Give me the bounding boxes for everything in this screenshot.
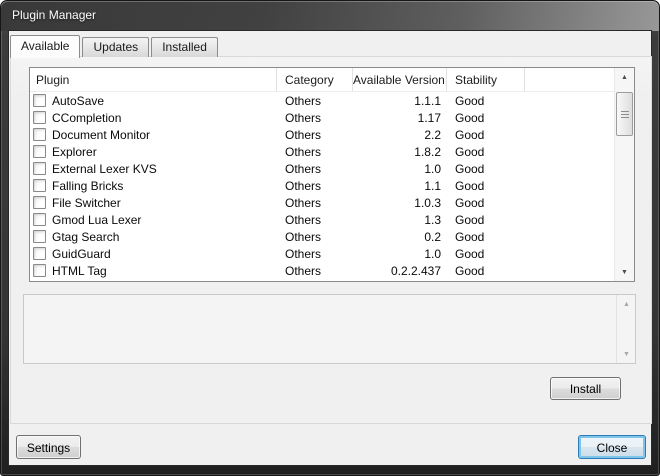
scroll-up-icon[interactable]: ▲ [615, 69, 634, 85]
plugin-list[interactable]: Plugin Category Available Version Stabil… [29, 67, 635, 282]
plugin-stability: Good [455, 93, 485, 108]
plugin-version: 1.3 [424, 212, 441, 227]
tab-updates[interactable]: Updates [82, 37, 150, 57]
plugin-stability: Good [455, 144, 485, 159]
plugin-manager-window: Plugin Manager Available Updates Install… [0, 0, 660, 476]
table-row[interactable]: CCompletion Others 1.17 Good [30, 109, 614, 126]
plugin-version: 0.2.2.437 [390, 263, 441, 278]
list-header: Plugin Category Available Version Stabil… [30, 68, 634, 92]
desc-scroll-up-icon[interactable]: ▲ [617, 296, 636, 312]
tab-label: Updates [93, 40, 139, 54]
titlebar[interactable]: Plugin Manager [1, 1, 659, 31]
plugin-stability: Good [455, 246, 485, 261]
table-row[interactable]: GuidGuard Others 1.0 Good [30, 245, 614, 262]
plugin-checkbox[interactable] [33, 264, 46, 277]
plugin-stability: Good [455, 161, 485, 176]
table-row[interactable]: Document Monitor Others 2.2 Good [30, 126, 614, 143]
table-row[interactable]: External Lexer KVS Others 1.0 Good [30, 160, 614, 177]
table-row[interactable]: Gtag Search Others 0.2 Good [30, 228, 614, 245]
description-box: ▲ ▼ [23, 294, 636, 364]
plugin-name: CCompletion [52, 110, 122, 125]
plugin-checkbox[interactable] [33, 145, 46, 158]
plugin-checkbox[interactable] [33, 111, 46, 124]
plugin-stability: Good [455, 212, 485, 227]
plugin-category: Others [285, 144, 322, 159]
plugin-checkbox[interactable] [33, 230, 46, 243]
plugin-checkbox[interactable] [33, 162, 46, 175]
header-stability[interactable]: Stability [447, 68, 525, 91]
table-body: AutoSave Others 1.1.1 Good CCompletion O… [30, 92, 614, 281]
plugin-version: 1.17 [417, 110, 441, 125]
header-category[interactable]: Category [277, 68, 353, 91]
plugin-category: Others [285, 110, 322, 125]
header-plugin[interactable]: Plugin [30, 68, 277, 91]
plugin-version: 0.2 [424, 229, 441, 244]
plugin-name: Gtag Search [52, 229, 120, 244]
dialog-body: Available Updates Installed Plugin Categ… [9, 31, 652, 465]
plugin-name: AutoSave [52, 93, 105, 108]
list-scrollbar[interactable]: ▲ ▼ [614, 68, 634, 281]
desc-scroll-down-icon[interactable]: ▼ [617, 346, 636, 362]
plugin-checkbox[interactable] [33, 247, 46, 260]
window-title: Plugin Manager [12, 8, 97, 22]
settings-button[interactable]: Settings [16, 435, 81, 459]
table-row[interactable]: HTML Tag Others 0.2.2.437 Good [30, 262, 614, 279]
plugin-checkbox[interactable] [33, 213, 46, 226]
plugin-name: Explorer [52, 144, 97, 159]
plugin-name: Document Monitor [52, 127, 151, 142]
table-row[interactable]: File Switcher Others 1.0.3 Good [30, 194, 614, 211]
plugin-category: Others [285, 195, 322, 210]
plugin-stability: Good [455, 178, 485, 193]
table-row[interactable]: Falling Bricks Others 1.1 Good [30, 177, 614, 194]
tab-label: Available [21, 39, 70, 53]
table-row[interactable]: AutoSave Others 1.1.1 Good [30, 92, 614, 109]
plugin-checkbox[interactable] [33, 196, 46, 209]
plugin-name: Gmod Lua Lexer [52, 212, 142, 227]
plugin-category: Others [285, 246, 322, 261]
thumb-grip-icon [620, 110, 629, 118]
plugin-name: GuidGuard [52, 246, 111, 261]
tab-available[interactable]: Available [10, 35, 81, 58]
plugin-version: 1.0.3 [414, 195, 441, 210]
table-row[interactable]: Explorer Others 1.8.2 Good [30, 143, 614, 160]
plugin-checkbox[interactable] [33, 128, 46, 141]
plugin-stability: Good [455, 263, 485, 278]
plugin-version: 1.8.2 [414, 144, 441, 159]
plugin-version: 1.0 [424, 161, 441, 176]
plugin-stability: Good [455, 110, 485, 125]
plugin-name: File Switcher [52, 195, 121, 210]
close-button[interactable]: Close [578, 435, 646, 459]
install-button[interactable]: Install [550, 377, 621, 400]
description-scrollbar[interactable]: ▲ ▼ [616, 295, 635, 363]
tab-installed[interactable]: Installed [151, 37, 218, 57]
plugin-category: Others [285, 263, 322, 278]
plugin-name: External Lexer KVS [52, 161, 157, 176]
plugin-checkbox[interactable] [33, 94, 46, 107]
plugin-checkbox[interactable] [33, 179, 46, 192]
plugin-version: 1.0 [424, 246, 441, 261]
plugin-name: HTML Tag [52, 263, 107, 278]
plugin-stability: Good [455, 229, 485, 244]
plugin-category: Others [285, 127, 322, 142]
header-available-version[interactable]: Available Version [353, 68, 447, 91]
plugin-category: Others [285, 93, 322, 108]
plugin-name: Falling Bricks [52, 178, 124, 193]
plugin-category: Others [285, 229, 322, 244]
tab-label: Installed [162, 40, 207, 54]
plugin-version: 2.2 [424, 127, 441, 142]
plugin-version: 1.1.1 [414, 93, 441, 108]
scroll-down-icon[interactable]: ▼ [615, 264, 634, 280]
plugin-category: Others [285, 161, 322, 176]
plugin-version: 1.1 [424, 178, 441, 193]
tab-strip: Available Updates Installed [10, 34, 220, 58]
plugin-category: Others [285, 178, 322, 193]
plugin-stability: Good [455, 127, 485, 142]
table-row[interactable]: Gmod Lua Lexer Others 1.3 Good [30, 211, 614, 228]
plugin-stability: Good [455, 195, 485, 210]
scrollbar-thumb[interactable] [616, 92, 633, 136]
plugin-category: Others [285, 212, 322, 227]
